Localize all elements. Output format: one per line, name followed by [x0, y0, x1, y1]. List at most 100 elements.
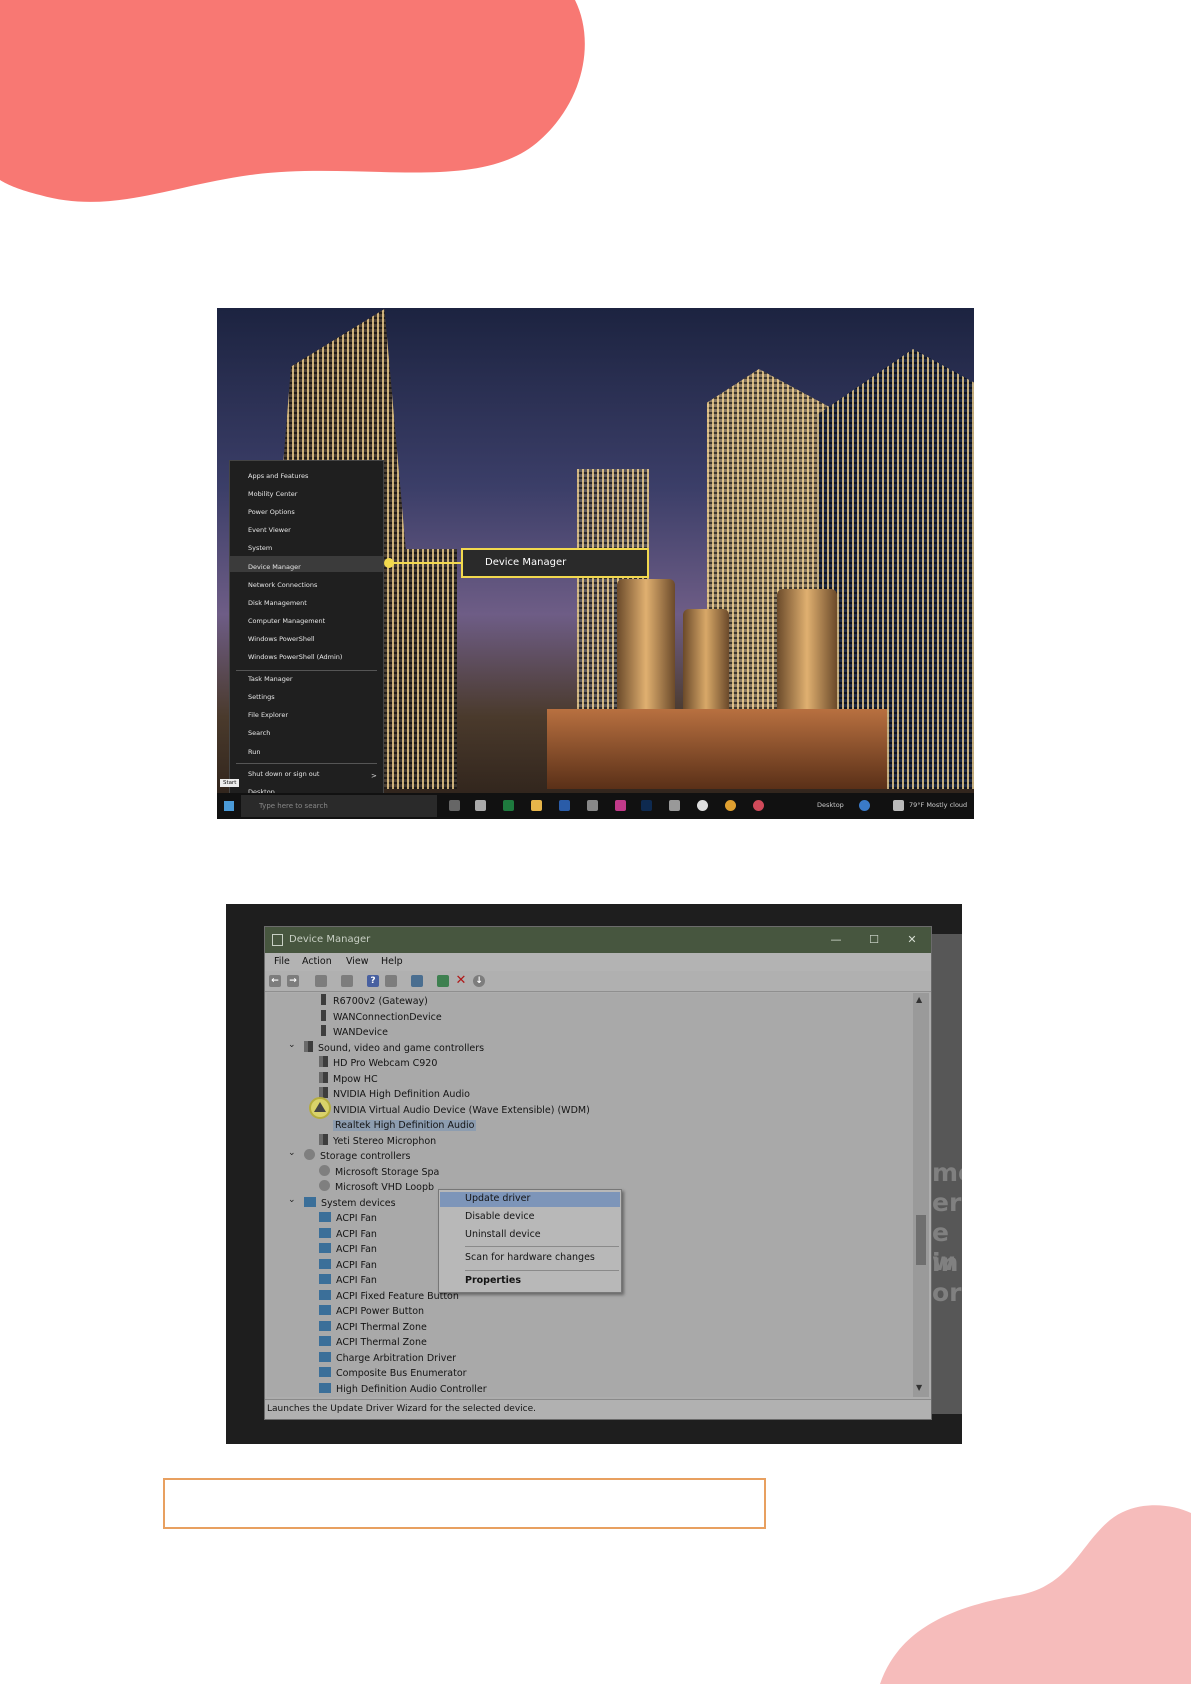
tree-category-row[interactable]: ⌄ System devices: [288, 1195, 396, 1211]
winx-menu-item-disk-management[interactable]: Disk Management: [248, 599, 307, 607]
winx-menu-item-computer-management[interactable]: Computer Management: [248, 617, 325, 625]
app-icon[interactable]: [615, 800, 626, 811]
winx-menu: Apps and Features Mobility Center Power Op…: [229, 460, 384, 810]
tree-device-row[interactable]: Yeti Stereo Microphon: [319, 1133, 437, 1149]
monitor-icon[interactable]: [411, 975, 423, 987]
task-view-icon[interactable]: [449, 800, 460, 811]
vertical-scrollbar[interactable]: ▲ ▼: [913, 993, 929, 1397]
winx-menu-item-apps-and-features[interactable]: Apps and Features: [248, 472, 308, 480]
app-icon[interactable]: [475, 800, 486, 811]
taskbar-search[interactable]: Type here to search: [241, 795, 437, 817]
device-manager-screenshot: moere winor Device Manager — ☐ ✕ File Ac…: [226, 904, 962, 1444]
photoshop-icon[interactable]: [641, 800, 652, 811]
chevron-down-icon[interactable]: ⌄: [288, 1193, 296, 1208]
tree-device-row[interactable]: High Definition Audio Controller: [319, 1382, 487, 1397]
winx-menu-item-file-explorer[interactable]: File Explorer: [248, 711, 288, 719]
app-icon[interactable]: [697, 800, 708, 811]
tree-row-label: Realtek High Definition Audio: [333, 1120, 477, 1131]
app-icon[interactable]: [669, 800, 680, 811]
winx-menu-item-network-connections[interactable]: Network Connections: [248, 581, 317, 589]
system-device-icon: [319, 1336, 331, 1346]
tree-device-row[interactable]: Composite Bus Enumerator: [319, 1366, 467, 1381]
help-icon[interactable]: ?: [367, 975, 379, 987]
tree-device-row[interactable]: ACPI Fan: [319, 1211, 377, 1226]
chevron-down-icon[interactable]: ⌄: [288, 1146, 296, 1161]
winx-menu-item-search[interactable]: Search: [248, 729, 270, 737]
winx-menu-item-task-manager[interactable]: Task Manager: [248, 675, 293, 683]
tree-device-row[interactable]: ACPI Thermal Zone: [319, 1320, 427, 1335]
chrome-icon[interactable]: [725, 800, 736, 811]
system-device-icon: [319, 1367, 331, 1377]
tree-device-row[interactable]: NVIDIA Virtual Audio Device (Wave Extens…: [319, 1102, 590, 1118]
tree-device-row[interactable]: HD Pro Webcam C920: [319, 1056, 437, 1071]
tree-category-row[interactable]: ⌄ Sound, video and game controllers: [288, 1040, 484, 1056]
scrollbar-thumb[interactable]: [916, 1215, 926, 1265]
show-hide-tree-icon[interactable]: [315, 975, 327, 987]
winx-menu-item-settings[interactable]: Settings: [248, 693, 275, 701]
windows-start-icon[interactable]: [224, 801, 234, 811]
tree-device-row[interactable]: Realtek High Definition Audio: [319, 1118, 477, 1133]
properties-menu-item[interactable]: Properties: [465, 1275, 521, 1286]
chevron-down-icon[interactable]: ⌄: [288, 1038, 296, 1053]
menu-action[interactable]: Action: [302, 956, 332, 967]
menu-help[interactable]: Help: [381, 956, 403, 967]
winx-menu-item-shut-down-or-sign-out[interactable]: Shut down or sign out: [248, 770, 319, 778]
tree-category-row[interactable]: ⌄ Storage controllers: [288, 1148, 410, 1164]
context-menu: Update driver Disable device Uninstall d…: [438, 1189, 622, 1293]
minimize-button[interactable]: —: [817, 927, 855, 953]
system-device-icon: [319, 1227, 331, 1238]
help-icon[interactable]: [859, 800, 870, 811]
system-device-icon: [319, 1258, 331, 1269]
winx-menu-item-system[interactable]: System: [248, 544, 272, 552]
tree-device-row[interactable]: Mpow HC: [319, 1071, 378, 1087]
app-icon[interactable]: [587, 800, 598, 811]
uninstall-device-menu-item[interactable]: Uninstall device: [465, 1229, 541, 1240]
forward-arrow-icon[interactable]: →: [287, 975, 299, 987]
tree-device-row[interactable]: R6700v2 (Gateway): [319, 994, 428, 1009]
menu-view[interactable]: View: [346, 956, 369, 967]
tree-device-row[interactable]: ACPI Fan: [319, 1273, 377, 1288]
properties-icon[interactable]: [341, 975, 353, 987]
winx-menu-item-device-manager[interactable]: Device Manager: [248, 563, 301, 571]
submenu-arrow-icon: >: [371, 772, 377, 780]
tree-device-row[interactable]: Microsoft VHD Loopb: [319, 1180, 434, 1195]
storage-device-icon: [304, 1149, 315, 1160]
uninstall-x-icon[interactable]: ✕: [455, 974, 467, 987]
tree-device-row[interactable]: WANDevice: [319, 1025, 388, 1040]
scan-hardware-menu-item[interactable]: Scan for hardware changes: [465, 1252, 595, 1263]
winx-menu-item-event-viewer[interactable]: Event Viewer: [248, 526, 291, 534]
winx-menu-item-power-options[interactable]: Power Options: [248, 508, 295, 516]
maximize-button[interactable]: ☐: [855, 927, 893, 953]
back-arrow-icon[interactable]: ←: [269, 975, 281, 987]
menu-file[interactable]: File: [274, 956, 290, 967]
word-icon[interactable]: [559, 800, 570, 811]
window-title: Device Manager: [289, 934, 371, 945]
tree-device-row[interactable]: ACPI Power Button: [319, 1304, 424, 1319]
tree-device-row[interactable]: ACPI Fan: [319, 1242, 377, 1257]
scan-download-icon[interactable]: ↓: [473, 975, 485, 987]
update-driver-menu-item[interactable]: Update driver: [465, 1193, 530, 1204]
winx-menu-item-run[interactable]: Run: [248, 748, 260, 756]
tree-device-row[interactable]: ACPI Thermal Zone: [319, 1335, 427, 1350]
excel-icon[interactable]: [503, 800, 514, 811]
winx-menu-item-mobility-center[interactable]: Mobility Center: [248, 490, 297, 498]
close-button[interactable]: ✕: [893, 927, 931, 953]
view-icon[interactable]: [385, 975, 397, 987]
tree-row-label: System devices: [321, 1197, 396, 1209]
winx-menu-item-windows-powershell[interactable]: Windows PowerShell: [248, 635, 315, 643]
app-icon[interactable]: [753, 800, 764, 811]
tree-device-row[interactable]: Microsoft Storage Spa: [319, 1164, 439, 1180]
file-explorer-icon[interactable]: [531, 800, 542, 811]
tree-device-row[interactable]: ACPI Fan: [319, 1258, 377, 1273]
scroll-up-icon[interactable]: ▲: [916, 995, 922, 1004]
disable-device-menu-item[interactable]: Disable device: [465, 1211, 534, 1222]
tree-device-row[interactable]: WANConnectionDevice: [319, 1009, 442, 1025]
winx-menu-item-windows-powershell-admin[interactable]: Windows PowerShell (Admin): [248, 653, 342, 661]
desktop-toolbar-label[interactable]: Desktop: [817, 801, 844, 809]
tree-device-row[interactable]: NVIDIA High Definition Audio: [319, 1087, 470, 1102]
update-driver-icon[interactable]: [437, 975, 449, 987]
tree-device-row[interactable]: Charge Arbitration Driver: [319, 1351, 456, 1366]
tree-device-row[interactable]: ACPI Fan: [319, 1227, 377, 1242]
scroll-down-icon[interactable]: ▼: [916, 1383, 922, 1392]
tree-row-label: Yeti Stereo Microphon: [333, 1135, 437, 1147]
